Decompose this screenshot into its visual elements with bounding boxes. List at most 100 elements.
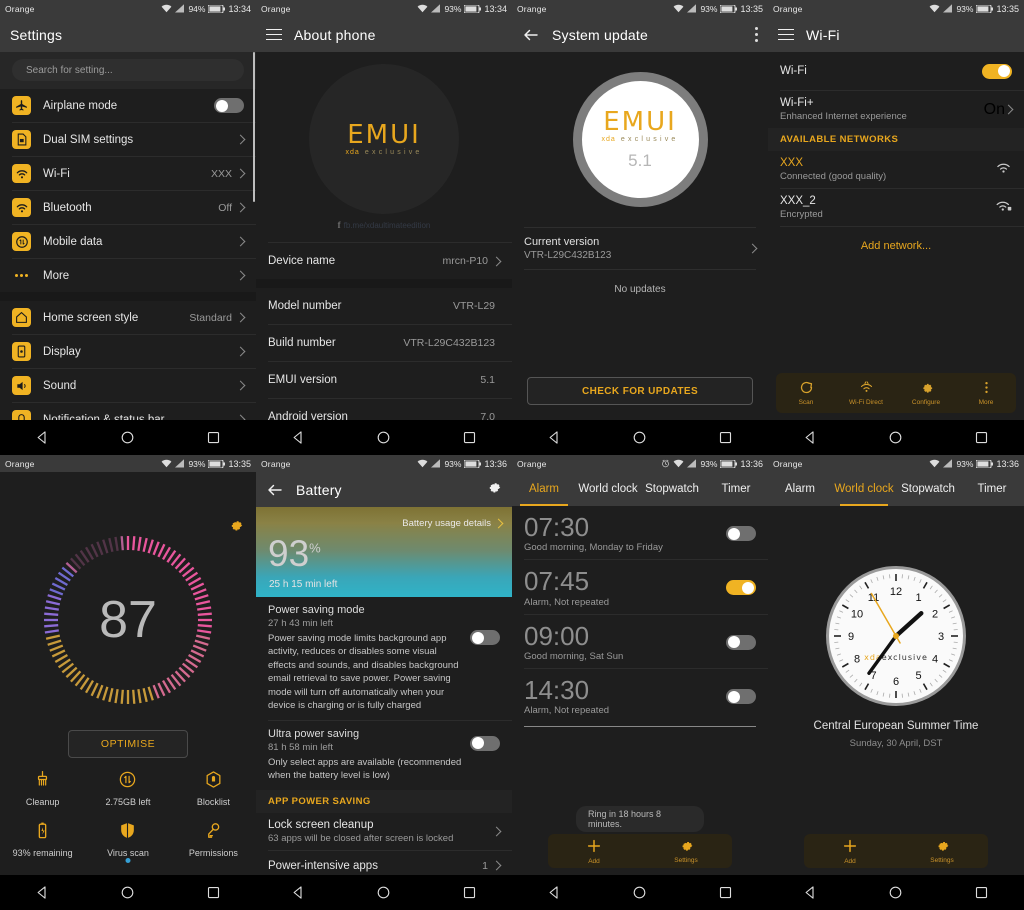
tile-cleanup[interactable]: Cleanup bbox=[0, 770, 85, 807]
search-input[interactable]: Search for setting... bbox=[12, 59, 244, 81]
tile-battery-remaining[interactable]: 93% remaining bbox=[0, 821, 85, 858]
manager-settings-gear-icon[interactable] bbox=[228, 517, 244, 538]
back-button[interactable] bbox=[803, 430, 818, 445]
back-button[interactable] bbox=[803, 885, 818, 900]
sidebar-item-wifi[interactable]: Wi-Fi XXX bbox=[0, 157, 256, 190]
home-button[interactable] bbox=[632, 885, 647, 900]
signal-icon bbox=[431, 4, 441, 13]
row-subtitle: 63 apps will be closed after screen is l… bbox=[268, 833, 493, 844]
tile-label: 2.75GB left bbox=[105, 797, 150, 807]
alarm-item-0730[interactable]: 07:30 Good morning, Monday to Friday bbox=[512, 506, 768, 559]
add-alarm-button[interactable]: Add bbox=[548, 838, 640, 865]
battery-settings-gear-icon[interactable] bbox=[486, 479, 502, 500]
sidebar-item-home-screen-style[interactable]: Home screen style Standard bbox=[0, 301, 256, 334]
back-button[interactable] bbox=[291, 430, 306, 445]
tab-alarm[interactable]: Alarm bbox=[512, 472, 576, 506]
home-button[interactable] bbox=[120, 885, 135, 900]
alarm-toggle[interactable] bbox=[726, 689, 756, 704]
ultra-power-saving-row[interactable]: Ultra power saving 81 h 58 min left Only… bbox=[256, 721, 512, 790]
tab-alarm[interactable]: Alarm bbox=[768, 472, 832, 506]
optimise-button[interactable]: OPTIMISE bbox=[68, 730, 188, 758]
world-clock-settings-button[interactable]: Settings bbox=[896, 838, 988, 864]
tile-virus-scan[interactable]: Virus scan bbox=[85, 821, 170, 858]
toolbar-wifi-direct-button[interactable]: Wi-Fi Direct bbox=[836, 380, 896, 406]
ultra-power-saving-toggle[interactable] bbox=[470, 736, 500, 751]
tile-data-usage[interactable]: 2.75GB left bbox=[85, 770, 170, 807]
recents-button[interactable] bbox=[206, 885, 221, 900]
recents-button[interactable] bbox=[206, 430, 221, 445]
sidebar-item-dual-sim[interactable]: Dual SIM settings bbox=[0, 123, 256, 156]
airplane-icon bbox=[12, 96, 31, 115]
wifi-toggle[interactable] bbox=[982, 64, 1012, 79]
home-button[interactable] bbox=[120, 430, 135, 445]
recents-button[interactable] bbox=[974, 430, 989, 445]
tile-blocklist[interactable]: Blocklist bbox=[171, 770, 256, 807]
sidebar-item-display[interactable]: Display bbox=[0, 335, 256, 368]
tab-timer[interactable]: Timer bbox=[960, 472, 1024, 506]
home-button[interactable] bbox=[888, 885, 903, 900]
tab-stopwatch[interactable]: Stopwatch bbox=[640, 472, 704, 506]
wifi-plus-row[interactable]: Wi-Fi+ Enhanced Internet experience On bbox=[768, 91, 1024, 128]
wifi-toggle-row[interactable]: Wi-Fi bbox=[768, 52, 1024, 90]
lock-screen-cleanup-row[interactable]: Lock screen cleanup 63 apps will be clos… bbox=[256, 813, 512, 850]
alarm-item-0745[interactable]: 07:45 Alarm, Not repeated bbox=[512, 560, 768, 613]
alarm-toggle[interactable] bbox=[726, 526, 756, 541]
back-button[interactable] bbox=[547, 430, 562, 445]
toolbar-configure-button[interactable]: Configure bbox=[896, 380, 956, 406]
sidebar-item-airplane-mode[interactable]: Airplane mode bbox=[0, 89, 256, 122]
recents-button[interactable] bbox=[462, 885, 477, 900]
add-network-button[interactable]: Add network... bbox=[768, 227, 1024, 265]
more-vertical-icon[interactable] bbox=[754, 27, 758, 42]
recents-button[interactable] bbox=[718, 885, 733, 900]
home-button[interactable] bbox=[376, 885, 391, 900]
back-arrow-icon[interactable] bbox=[522, 26, 540, 44]
toolbar-scan-button[interactable]: Scan bbox=[776, 380, 836, 406]
recents-button[interactable] bbox=[462, 430, 477, 445]
battery-usage-details-link[interactable]: Battery usage details bbox=[402, 518, 502, 529]
status-bar: Orange 93% 13:36 bbox=[512, 455, 768, 472]
airplane-mode-toggle[interactable] bbox=[214, 98, 244, 113]
home-button[interactable] bbox=[632, 430, 647, 445]
check-for-updates-button[interactable]: CHECK FOR UPDATES bbox=[527, 377, 753, 405]
sidebar-item-sound[interactable]: Sound bbox=[0, 369, 256, 402]
scan-icon bbox=[799, 380, 814, 397]
tab-stopwatch[interactable]: Stopwatch bbox=[896, 472, 960, 506]
facebook-link[interactable]: f fb.me/xdaultimateedition bbox=[338, 220, 431, 230]
power-saving-toggle[interactable] bbox=[470, 630, 500, 645]
current-version-row[interactable]: Current version VTR-L29C432B123 bbox=[512, 228, 768, 269]
back-button[interactable] bbox=[547, 885, 562, 900]
back-button[interactable] bbox=[291, 885, 306, 900]
brand-prefix: xda bbox=[601, 136, 615, 143]
about-row-device-name[interactable]: Device name mrcn-P10 bbox=[256, 243, 512, 279]
alarm-item-1430[interactable]: 14:30 Alarm, Not repeated bbox=[512, 669, 768, 722]
recents-button[interactable] bbox=[718, 430, 733, 445]
back-button[interactable] bbox=[35, 430, 50, 445]
tab-world-clock[interactable]: World clock bbox=[576, 472, 640, 506]
sidebar-item-bluetooth[interactable]: Bluetooth Off bbox=[0, 191, 256, 224]
alarm-toggle[interactable] bbox=[726, 580, 756, 595]
sidebar-item-mobile-data[interactable]: Mobile data bbox=[0, 225, 256, 258]
back-button[interactable] bbox=[35, 885, 50, 900]
tile-label: Virus scan bbox=[107, 848, 149, 858]
network-item-xxx2[interactable]: XXX_2 Encrypted bbox=[768, 189, 1024, 226]
tab-timer[interactable]: Timer bbox=[704, 472, 768, 506]
home-button[interactable] bbox=[888, 430, 903, 445]
item-label: Home screen style bbox=[43, 312, 189, 324]
network-item-xxx[interactable]: XXX Connected (good quality) bbox=[768, 151, 1024, 188]
home-button[interactable] bbox=[376, 430, 391, 445]
power-saving-mode-row[interactable]: Power saving mode 27 h 43 min left Power… bbox=[256, 597, 512, 720]
toolbar-more-button[interactable]: More bbox=[956, 380, 1016, 406]
sidebar-item-more[interactable]: More bbox=[0, 259, 256, 292]
tab-world-clock[interactable]: World clock bbox=[832, 472, 896, 506]
recents-button[interactable] bbox=[974, 885, 989, 900]
menu-icon[interactable] bbox=[266, 29, 282, 41]
navigation-bar bbox=[0, 875, 256, 910]
back-arrow-icon[interactable] bbox=[266, 481, 284, 499]
alarm-item-0900[interactable]: 09:00 Good morning, Sat Sun bbox=[512, 615, 768, 668]
add-city-button[interactable]: Add bbox=[804, 838, 896, 865]
alarm-settings-button[interactable]: Settings bbox=[640, 838, 732, 864]
svg-text:8: 8 bbox=[854, 654, 860, 666]
alarm-toggle[interactable] bbox=[726, 635, 756, 650]
menu-icon[interactable] bbox=[778, 29, 794, 41]
tile-permissions[interactable]: Permissions bbox=[171, 821, 256, 858]
